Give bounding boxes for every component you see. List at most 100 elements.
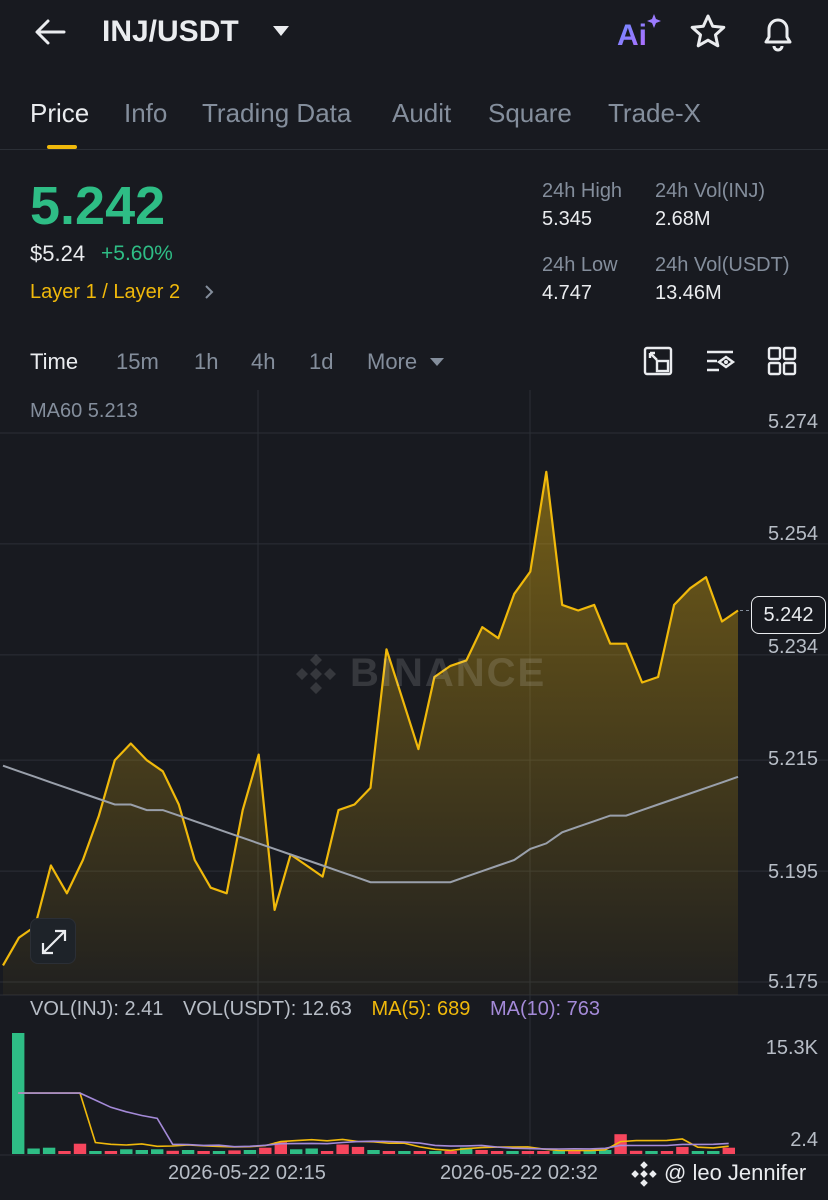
interval-4h[interactable]: 4h <box>251 348 275 376</box>
usd-price: $5.24 <box>30 241 86 266</box>
tab-trading-data[interactable]: Trading Data <box>202 96 351 130</box>
chevron-right-icon[interactable] <box>202 283 216 301</box>
volume-bar <box>259 1147 272 1154</box>
volume-bar <box>305 1148 318 1154</box>
volume-bar <box>645 1151 658 1154</box>
volume-bar <box>583 1151 596 1154</box>
pair-dropdown-caret-icon[interactable] <box>272 24 290 38</box>
layout-grid-icon[interactable] <box>766 344 798 378</box>
volume-bar <box>89 1151 102 1154</box>
volume-bar <box>27 1148 40 1154</box>
time-axis-label: 2026-05-22 02:15 <box>168 1162 326 1184</box>
tab-audit[interactable]: Audit <box>392 96 451 130</box>
volume-bar <box>722 1147 735 1154</box>
volume-bar <box>475 1150 488 1154</box>
volume-bar <box>212 1151 226 1154</box>
volume-bar <box>120 1149 133 1154</box>
volume-bar <box>228 1150 241 1154</box>
fullscreen-button[interactable] <box>30 918 76 964</box>
vol-quote-24h-value: 13.46M <box>655 282 722 304</box>
last-price: 5.242 <box>30 176 166 236</box>
volume-bar <box>320 1151 334 1154</box>
price-axis-tick: 5.195 <box>767 861 818 883</box>
interval-1h[interactable]: 1h <box>194 348 218 376</box>
ai-assistant-icon[interactable]: Ai <box>616 12 662 52</box>
top-bar: INJ/USDT Ai <box>0 0 828 66</box>
price-area-fill <box>3 471 738 995</box>
volume-axis-tick: 2.4 <box>790 1129 818 1151</box>
vol-quote-legend: VOL(USDT): 12.63 <box>182 998 352 1020</box>
interval-time[interactable]: Time <box>30 348 78 376</box>
ai-label: Ai <box>617 19 647 52</box>
interval-15m[interactable]: 15m <box>116 348 159 376</box>
volume-bar <box>336 1144 349 1154</box>
vol-base-24h-label: 24h Vol(INJ) <box>655 180 766 202</box>
interval-more[interactable]: More <box>367 348 417 376</box>
volume-bar <box>568 1151 581 1154</box>
volume-bar <box>367 1150 380 1154</box>
binance-logo-icon <box>296 654 336 694</box>
low-24h-label: 24h Low <box>542 254 618 276</box>
volume-bar <box>707 1151 720 1154</box>
ma10-legend: MA(10): 763 <box>489 998 601 1020</box>
price-axis-tick: 5.175 <box>767 971 818 993</box>
detail-tabs: Price Info Trading Data Audit Square Tra… <box>0 88 828 150</box>
back-arrow-icon[interactable] <box>30 12 70 52</box>
vol-base-legend: VOL(INJ): 2.41 <box>30 998 164 1020</box>
expand-icon <box>41 929 67 955</box>
volume-bar <box>166 1150 179 1154</box>
tab-trade-x[interactable]: Trade-X <box>608 96 701 130</box>
volume-bar <box>552 1151 565 1154</box>
volume-bar <box>73 1143 87 1154</box>
ma5-legend: MA(5): 689 <box>371 998 471 1020</box>
ma60-label: MA60 5.213 <box>30 400 138 422</box>
volume-bar <box>151 1149 164 1154</box>
volume-bar <box>691 1151 705 1154</box>
tab-info[interactable]: Info <box>124 96 167 130</box>
volume-bar <box>398 1151 411 1154</box>
volume-bar <box>676 1146 689 1154</box>
favorite-star-icon[interactable] <box>688 12 728 52</box>
notification-bell-icon[interactable] <box>758 12 798 52</box>
more-dropdown-caret-icon[interactable] <box>428 356 446 368</box>
watermark-text: BINANCE <box>350 651 547 695</box>
volume-bar <box>490 1151 504 1154</box>
price-change-percent: +5.60% <box>101 242 173 265</box>
volume-bar <box>351 1146 365 1154</box>
current-price-tag: 5.242 <box>751 596 826 634</box>
volume-bar <box>444 1151 457 1154</box>
interval-1d[interactable]: 1d <box>309 348 333 376</box>
price-axis-tick: 5.254 <box>767 523 818 545</box>
high-24h-label: 24h High <box>542 180 623 202</box>
interval-bar: Time 15m 1h 4h 1d More <box>0 336 828 390</box>
active-tab-indicator <box>47 145 77 149</box>
tab-square[interactable]: Square <box>488 96 572 130</box>
volume-bar <box>413 1151 426 1154</box>
price-axis-tick: 5.234 <box>767 636 818 658</box>
volume-bar <box>42 1147 56 1154</box>
tab-price[interactable]: Price <box>30 96 89 130</box>
volume-bar <box>629 1150 643 1154</box>
volume-bar <box>135 1150 148 1154</box>
vol-base-24h-value: 2.68M <box>655 208 711 230</box>
low-24h-value: 4.747 <box>542 282 593 304</box>
high-24h-value: 5.345 <box>542 208 593 230</box>
volume-bar <box>506 1151 519 1154</box>
volume-bar <box>537 1151 550 1154</box>
indicator-settings-icon[interactable] <box>704 344 736 378</box>
chart-mode-switch-icon[interactable] <box>642 344 674 378</box>
binance-square-logo-icon <box>631 1161 657 1187</box>
volume-bar <box>243 1150 257 1154</box>
author-credit: @ leo Jennifer <box>630 1158 826 1190</box>
vol-quote-24h-label: 24h Vol(USDT) <box>655 254 790 276</box>
volume-bar <box>104 1151 118 1154</box>
price-chart[interactable] <box>0 390 828 1200</box>
volume-bar <box>521 1151 535 1154</box>
volume-bar <box>58 1151 71 1154</box>
category-tag[interactable]: Layer 1 / Layer 2 <box>30 278 180 306</box>
trading-pair-title[interactable]: INJ/USDT <box>102 12 239 52</box>
volume-legend: VOL(INJ): 2.41 VOL(USDT): 12.63 MA(5): 6… <box>30 996 614 1022</box>
volume-axis-tick: 15.3K <box>765 1037 818 1059</box>
volume-bar <box>382 1151 396 1154</box>
credit-text: @ leo Jennifer <box>664 1160 807 1185</box>
